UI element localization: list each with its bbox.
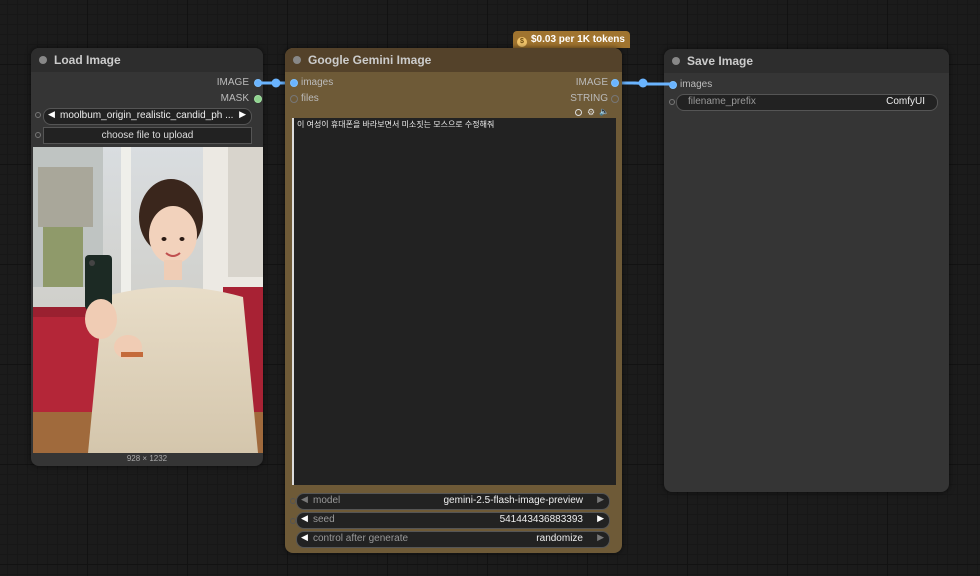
next-arrow-icon[interactable]: ▶ — [239, 109, 246, 120]
image-dimensions: 928 × 1232 — [126, 454, 168, 463]
control-after-generate-select[interactable]: ◀ control after generate randomize ▶ — [296, 531, 610, 548]
status-gear-icon: ⚙ — [587, 107, 596, 117]
load-image-title: Load Image — [54, 53, 121, 67]
filename-prefix-label: filename_prefix — [688, 96, 756, 107]
link-gemini-to-save — [616, 81, 671, 86]
pricing-badge-text: $0.03 per 1K tokens — [531, 34, 625, 45]
pricing-badge: $ $0.03 per 1K tokens — [513, 31, 630, 48]
filename-prefix-value: ComfyUI — [886, 96, 925, 107]
control-prev-arrow-icon[interactable]: ◀ — [301, 532, 308, 543]
status-circle-icon — [575, 109, 582, 116]
seed-value: 541443436883393 — [499, 514, 583, 525]
input-files-port[interactable] — [290, 95, 298, 103]
upload-widget-port[interactable] — [35, 132, 41, 138]
output-image-label: IMAGE — [216, 77, 249, 88]
filename-prefix-input[interactable]: filename_prefix ComfyUI — [676, 94, 938, 111]
input-images-port[interactable] — [669, 81, 677, 89]
image-widget-port[interactable] — [35, 112, 41, 118]
collapse-dot-icon[interactable] — [39, 56, 47, 64]
image-file-select[interactable]: ◀ moolbum_origin_realistic_candid_ph ...… — [43, 108, 252, 125]
output-image-port[interactable] — [254, 79, 262, 87]
choose-file-button[interactable]: choose file to upload — [43, 127, 252, 144]
gemini-image-node[interactable]: Google Gemini Image images files IMAGE S… — [285, 48, 622, 553]
model-label: model — [313, 495, 341, 506]
seed-label: seed — [313, 514, 335, 525]
input-images-label: images — [301, 77, 334, 88]
save-image-title-bar[interactable]: Save Image — [664, 49, 949, 73]
gemini-title: Google Gemini Image — [308, 53, 432, 67]
model-value: gemini-2.5-flash-image-preview — [443, 495, 584, 506]
status-audio-icon: 🔈 — [599, 107, 609, 116]
image-file-value: moolbum_origin_realistic_candid_ph ... — [60, 110, 234, 121]
image-preview — [33, 147, 263, 453]
control-label: control after generate — [313, 533, 409, 544]
link-midpoint-2 — [638, 78, 648, 88]
prev-arrow-icon[interactable]: ◀ — [48, 109, 55, 120]
prompt-text: 이 여성이 휴대폰을 바라보면서 미소짓는 모스으로 수정해줘 — [297, 120, 495, 129]
save-image-node[interactable]: Save Image images filename_prefix ComfyU… — [664, 49, 949, 492]
coin-icon: $ — [517, 37, 527, 47]
collapse-dot-icon[interactable] — [293, 56, 301, 64]
collapse-dot-icon[interactable] — [672, 57, 680, 65]
output-image-label: IMAGE — [575, 77, 608, 88]
control-next-arrow-icon[interactable]: ▶ — [597, 532, 604, 543]
photo-illustration — [33, 147, 263, 453]
output-image-port[interactable] — [611, 79, 619, 87]
seed-increment-icon[interactable]: ▶ — [597, 513, 604, 524]
input-images-label: images — [680, 79, 713, 90]
control-value: randomize — [536, 533, 583, 544]
model-prev-arrow-icon[interactable]: ◀ — [301, 494, 308, 505]
load-image-title-bar[interactable]: Load Image — [31, 48, 263, 72]
link-midpoint-1 — [271, 78, 281, 88]
output-string-label: STRING — [570, 93, 608, 104]
output-string-port[interactable] — [611, 95, 619, 103]
prompt-textarea[interactable]: 이 여성이 휴대폰을 바라보면서 미소짓는 모스으로 수정해줘 — [292, 118, 616, 485]
output-mask-port[interactable] — [254, 95, 262, 103]
input-images-port[interactable] — [290, 79, 298, 87]
seed-input[interactable]: ◀ seed 541443436883393 ▶ — [296, 512, 610, 529]
model-select[interactable]: ◀ model gemini-2.5-flash-image-preview ▶ — [296, 493, 610, 510]
output-mask-label: MASK — [220, 93, 249, 104]
load-image-node[interactable]: Load Image IMAGE MASK ◀ moolbum_origin_r… — [31, 48, 263, 466]
seed-decrement-icon[interactable]: ◀ — [301, 513, 308, 524]
model-next-arrow-icon[interactable]: ▶ — [597, 494, 604, 505]
save-image-title: Save Image — [687, 54, 754, 68]
gemini-title-bar[interactable]: Google Gemini Image — [285, 48, 622, 72]
input-files-label: files — [301, 93, 319, 104]
filename-widget-port[interactable] — [669, 99, 675, 105]
